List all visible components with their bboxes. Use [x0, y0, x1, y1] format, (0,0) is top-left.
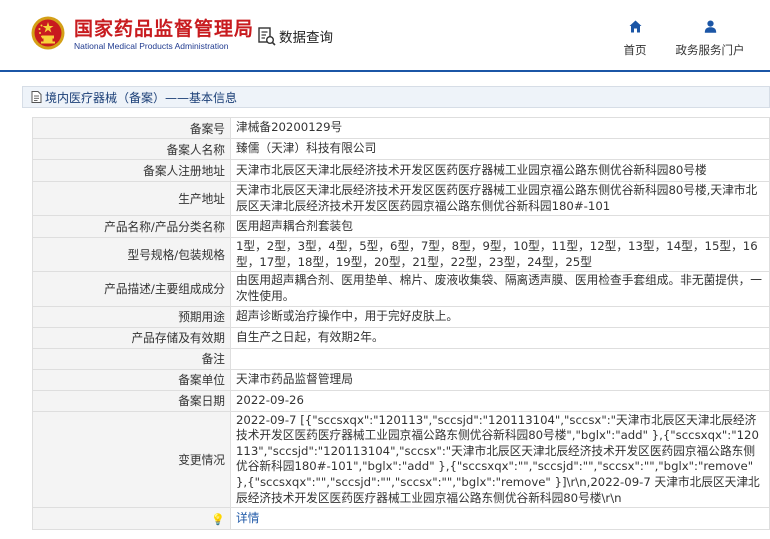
- field-value: 天津市北辰区天津北辰经济技术开发区医药医疗器械工业园京福公路东侧优谷新科园80号…: [230, 159, 770, 182]
- field-label: 备案号: [32, 117, 231, 139]
- nav-services-label: 政务服务门户: [675, 43, 745, 57]
- table-row: 备案日期 2022-09-26: [32, 389, 770, 412]
- field-label: 型号规格/包装规格: [32, 237, 231, 273]
- field-value: 超声诊断或治疗操作中，用于完好皮肤上。: [230, 305, 770, 328]
- field-label: 产品存储及有效期: [32, 326, 231, 349]
- data-search-label: 数据查询: [279, 30, 333, 46]
- site-title: 国家药品监督管理局: [74, 18, 255, 40]
- field-label: 变更情况: [32, 410, 231, 509]
- field-label: 预期用途: [32, 305, 231, 328]
- field-value: 天津市北辰区天津北辰经济技术开发区医药医疗器械工业园京福公路东侧优谷新科园80号…: [230, 180, 770, 217]
- field-value: 医用超声耦合剂套装包: [230, 215, 770, 239]
- field-value: 臻儒（天津）科技有限公司: [230, 138, 770, 160]
- home-icon: [629, 20, 641, 33]
- table-row: 产品描述/主要组成成分 由医用超声耦合剂、医用垫单、棉片、废液收集袋、隔离透声膜、…: [32, 271, 770, 307]
- national-emblem-icon: [31, 16, 65, 50]
- site-title-en: National Medical Products Administration: [74, 41, 229, 51]
- field-value: 天津市药品监督管理局: [230, 368, 770, 391]
- field-value: [230, 347, 770, 370]
- table-row: 备案单位 天津市药品监督管理局: [32, 368, 770, 391]
- table-row: 备案号 津械备20200129号: [32, 117, 770, 139]
- table-row: 产品名称/产品分类名称 医用超声耦合剂套装包: [32, 215, 770, 239]
- table-row: 型号规格/包装规格 1型，2型，3型，4型，5型，6型，7型，8型，9型，10型，…: [32, 237, 770, 273]
- detail-link-cell: 详情: [230, 507, 770, 531]
- data-search-link[interactable]: 数据查询: [258, 25, 333, 47]
- field-value: 津械备20200129号: [230, 117, 770, 139]
- table-row: 💡 详情: [32, 507, 770, 531]
- field-value: 2022-09-26: [230, 389, 770, 412]
- table-row: 备案人注册地址 天津市北辰区天津北辰经济技术开发区医药医疗器械工业园京福公路东侧优…: [32, 159, 770, 182]
- header-divider: [0, 70, 770, 72]
- site-header: 国家药品监督管理局 National Medical Products Admi…: [0, 0, 770, 70]
- field-label: 生产地址: [32, 180, 231, 217]
- table-row: 变更情况 2022-09-7 [{"sccsxqx":"120113","sccs…: [32, 410, 770, 509]
- detail-link[interactable]: 详情: [236, 511, 259, 525]
- field-label: 产品描述/主要组成成分: [32, 271, 231, 307]
- field-label: 备案日期: [32, 389, 231, 412]
- table-row: 产品存储及有效期 自生产之日起，有效期2年。: [32, 326, 770, 349]
- field-label: 备案人名称: [32, 138, 231, 160]
- document-icon: [31, 91, 42, 103]
- table-row: 备注: [32, 347, 770, 370]
- data-search-icon: [258, 26, 276, 46]
- field-label: 备案人注册地址: [32, 159, 231, 182]
- user-icon: [704, 20, 716, 33]
- field-label: 备注: [32, 347, 231, 370]
- table-row: 备案人名称 臻儒（天津）科技有限公司: [32, 138, 770, 160]
- field-label: 备案单位: [32, 368, 231, 391]
- table-row: 生产地址 天津市北辰区天津北辰经济技术开发区医药医疗器械工业园京福公路东侧优谷新科…: [32, 180, 770, 217]
- nav-home-label: 首页: [623, 43, 647, 57]
- field-label: 产品名称/产品分类名称: [32, 215, 231, 239]
- nav-home[interactable]: 首页: [618, 20, 652, 58]
- breadcrumb-text: 境内医疗器械（备案）——基本信息: [45, 90, 238, 105]
- field-value: 2022-09-7 [{"sccsxqx":"120113","sccsjd":…: [230, 410, 770, 509]
- record-info-table: 备案号 津械备20200129号 备案人名称 臻儒（天津）科技有限公司 备案人注册地…: [32, 117, 770, 531]
- nav-government-services[interactable]: 政务服务门户: [672, 20, 748, 58]
- field-value: 1型，2型，3型，4型，5型，6型，7型，8型，9型，10型，11型，12型，1…: [230, 237, 770, 273]
- breadcrumb: 境内医疗器械（备案）——基本信息: [22, 86, 770, 108]
- lightbulb-icon: 💡: [211, 512, 225, 526]
- table-row: 预期用途 超声诊断或治疗操作中，用于完好皮肤上。: [32, 305, 770, 328]
- field-value: 自生产之日起，有效期2年。: [230, 326, 770, 349]
- detail-icon-cell: 💡: [32, 507, 231, 531]
- field-value: 由医用超声耦合剂、医用垫单、棉片、废液收集袋、隔离透声膜、医用检查手套组成。非无…: [230, 271, 770, 307]
